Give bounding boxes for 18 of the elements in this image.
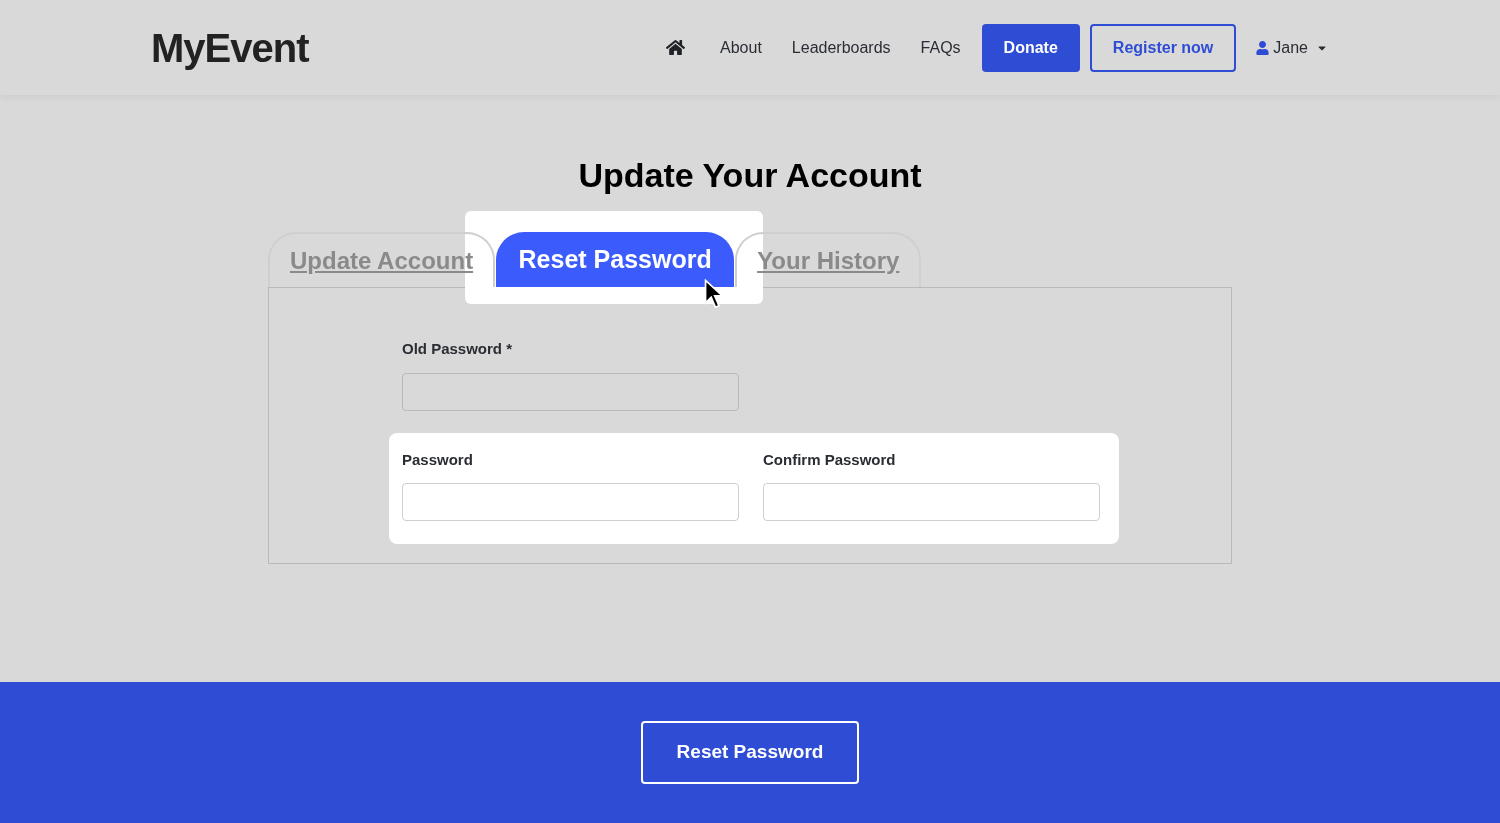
nav-link[interactable]: Leaderboards: [776, 35, 906, 60]
field-label: Password: [402, 449, 474, 470]
page-title: Update Your Account: [578, 155, 922, 196]
password-field[interactable]: [763, 483, 1100, 521]
nav-link[interactable]: FAQs: [905, 35, 976, 60]
user-icon: [1256, 40, 1270, 55]
donate-button[interactable]: Donate: [981, 23, 1080, 72]
field-label: Confirm Password: [763, 449, 897, 470]
field-label: Old Password *: [402, 339, 514, 359]
password-field[interactable]: [402, 372, 739, 411]
password-field[interactable]: [402, 483, 739, 521]
register-button[interactable]: Register now: [1089, 23, 1237, 72]
nav-link[interactable]: About: [705, 35, 777, 60]
logo[interactable]: MyEvent: [151, 17, 309, 78]
reset-password-button[interactable]: Reset Password: [641, 721, 859, 784]
tab[interactable]: Reset Password: [496, 232, 735, 287]
home-icon[interactable]: [666, 39, 685, 56]
user-menu[interactable]: Jane: [1256, 35, 1328, 60]
